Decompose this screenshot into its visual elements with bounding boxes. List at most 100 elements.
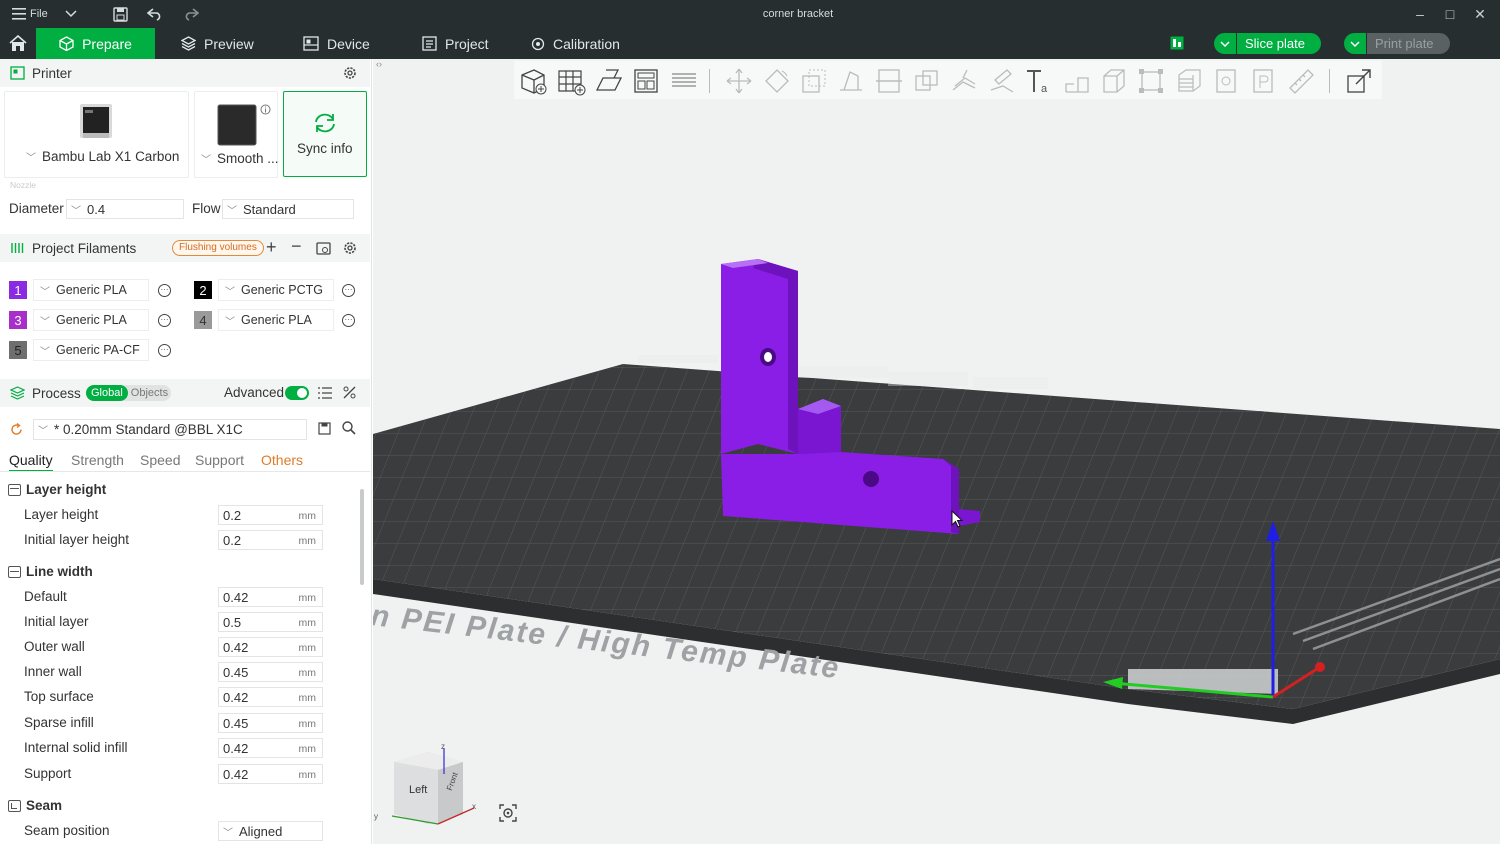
filament-select[interactable]: ﹀ Generic PLA	[33, 279, 149, 301]
filament-more-icon[interactable]: ···	[158, 344, 171, 357]
filament-color-swatch[interactable]: 2	[194, 281, 212, 299]
move-icon[interactable]	[724, 66, 754, 96]
filament-chevron-icon: ﹀	[225, 286, 235, 298]
tab-device[interactable]: Device	[303, 28, 370, 59]
add-object-icon[interactable]	[518, 66, 548, 96]
camera-view-icon[interactable]	[498, 803, 518, 823]
remove-filament-icon[interactable]: −	[291, 236, 302, 257]
reset-icon[interactable]	[10, 423, 23, 436]
tab-project-label: Project	[445, 35, 489, 52]
list-view-icon[interactable]	[318, 387, 332, 399]
info-icon[interactable]	[260, 104, 271, 115]
initial-layer-height-input[interactable]: 0.2 mm	[218, 530, 323, 550]
filament-color-swatch[interactable]: 5	[9, 341, 27, 359]
filament-color-swatch[interactable]: 4	[194, 311, 212, 329]
auto-orient-icon[interactable]	[594, 66, 624, 96]
filament-select[interactable]: ﹀ Generic PCTG	[218, 279, 334, 301]
flow-select[interactable]: ﹀ Standard	[222, 199, 354, 219]
filament-settings-gear-icon[interactable]	[343, 241, 357, 255]
close-button[interactable]: ✕	[1465, 4, 1495, 24]
return-to-view-icon[interactable]	[1344, 66, 1374, 96]
process-preset-select[interactable]: ﹀ * 0.20mm Standard @BBL X1C	[33, 419, 307, 440]
line-width-support-input[interactable]: 0.42 mm	[218, 764, 323, 784]
flushing-volumes-button[interactable]: Flushing volumes	[172, 240, 264, 256]
view-cube-graphic	[391, 748, 475, 825]
home-button[interactable]	[0, 28, 36, 59]
line-width-inner-wall-input[interactable]: 0.45 mm	[218, 662, 323, 682]
boolean-icon[interactable]	[912, 66, 942, 96]
line-width-sparse-infill-input[interactable]: 0.45 mm	[218, 713, 323, 733]
brim-ears-icon[interactable]	[1211, 66, 1241, 96]
measure-height-icon[interactable]	[1062, 66, 1092, 96]
line-width-top-surface-input[interactable]: 0.42 mm	[218, 687, 323, 707]
tab-strength[interactable]: Strength	[71, 452, 124, 468]
plate-type-card[interactable]: ﹀ Smooth ...	[194, 91, 279, 178]
filament-more-icon[interactable]: ···	[342, 284, 355, 297]
cut-icon[interactable]	[874, 66, 904, 96]
sync-info-button[interactable]: Sync info	[283, 91, 367, 177]
minimize-button[interactable]: –	[1405, 4, 1435, 24]
corner-bracket-model[interactable]	[713, 254, 1013, 554]
filament-sync-icon[interactable]	[316, 242, 331, 255]
bounding-box-icon[interactable]	[1136, 66, 1166, 96]
filament-select[interactable]: ﹀ Generic PLA	[33, 309, 149, 331]
filament-more-icon[interactable]: ···	[158, 284, 171, 297]
tab-project[interactable]: Project	[422, 28, 489, 59]
printer-settings-gear-icon[interactable]	[343, 66, 357, 80]
line-width-internal-solid-infill-input[interactable]: 0.42 mm	[218, 738, 323, 758]
tab-support[interactable]: Support	[195, 452, 244, 468]
search-icon[interactable]	[342, 421, 356, 435]
compare-icon[interactable]	[343, 386, 356, 399]
diameter-select[interactable]: ﹀ 0.4	[66, 199, 184, 219]
seam-position-select[interactable]: ﹀ Aligned	[218, 821, 323, 841]
seam-painting-icon[interactable]	[987, 66, 1017, 96]
scale-icon[interactable]	[799, 66, 829, 96]
filament-color-swatch[interactable]: 1	[9, 281, 27, 299]
view-orientation-cube[interactable]: Left Front z x y	[374, 742, 478, 829]
save-preset-icon[interactable]	[318, 422, 331, 435]
print-dropdown-chevron-icon[interactable]	[1344, 33, 1366, 54]
3d-viewport[interactable]: n PEI Plate / High Temp Plate a ‹› Left …	[373, 59, 1500, 844]
view-cube-icon[interactable]	[1099, 66, 1129, 96]
filament-more-icon[interactable]: ···	[158, 314, 171, 327]
print-plate-button[interactable]: Print plate	[1344, 33, 1450, 54]
arrange-icon[interactable]	[631, 66, 661, 96]
global-option[interactable]: Global	[86, 385, 128, 401]
line-width-initial-layer-input[interactable]: 0.5 mm	[218, 612, 323, 632]
filament-color-swatch[interactable]: 3	[9, 311, 27, 329]
global-objects-toggle[interactable]: Global Objects	[86, 385, 171, 401]
variable-layer-height-icon[interactable]	[1174, 66, 1204, 96]
maximize-button[interactable]: □	[1435, 4, 1465, 24]
add-filament-icon[interactable]: +	[266, 237, 277, 258]
assembly-view-icon[interactable]	[1248, 66, 1278, 96]
rotate-icon[interactable]	[762, 66, 792, 96]
tab-preview[interactable]: Preview	[181, 28, 254, 59]
split-layers-icon[interactable]	[669, 66, 699, 96]
line-width-default-input[interactable]: 0.42 mm	[218, 587, 323, 607]
tab-others[interactable]: Others	[261, 452, 303, 468]
line-width-inner-wall-label: Inner wall	[24, 664, 82, 679]
objects-option[interactable]: Objects	[128, 385, 171, 401]
tab-calibration[interactable]: Calibration	[531, 28, 620, 59]
filament-select[interactable]: ﹀ Generic PA-CF	[33, 339, 149, 361]
collapse-panel-icon[interactable]: ‹›	[376, 59, 382, 69]
text-tool-icon[interactable]: a	[1024, 66, 1054, 96]
slice-dropdown-chevron-icon[interactable]	[1214, 33, 1236, 54]
tab-prepare[interactable]: Prepare	[36, 28, 155, 59]
filament-more-icon[interactable]: ···	[342, 314, 355, 327]
lay-on-face-icon[interactable]	[836, 66, 866, 96]
tab-quality[interactable]: Quality	[9, 452, 53, 472]
add-plate-icon[interactable]	[556, 66, 586, 96]
printer-select-card[interactable]: ﹀ Bambu Lab X1 Carbon	[4, 91, 189, 178]
plate-list-icon[interactable]	[1170, 36, 1184, 53]
tab-speed[interactable]: Speed	[140, 452, 180, 468]
settings-scrollbar[interactable]	[360, 489, 364, 585]
measure-icon[interactable]	[1286, 66, 1316, 96]
layer-height-input[interactable]: 0.2 mm	[218, 505, 323, 525]
view-cube-left-face[interactable]: Left	[409, 784, 427, 796]
advanced-toggle[interactable]	[285, 386, 309, 400]
line-width-outer-wall-input[interactable]: 0.42 mm	[218, 637, 323, 657]
support-painting-icon[interactable]	[949, 66, 979, 96]
slice-plate-button[interactable]: Slice plate	[1214, 33, 1321, 54]
filament-select[interactable]: ﹀ Generic PLA	[218, 309, 334, 331]
